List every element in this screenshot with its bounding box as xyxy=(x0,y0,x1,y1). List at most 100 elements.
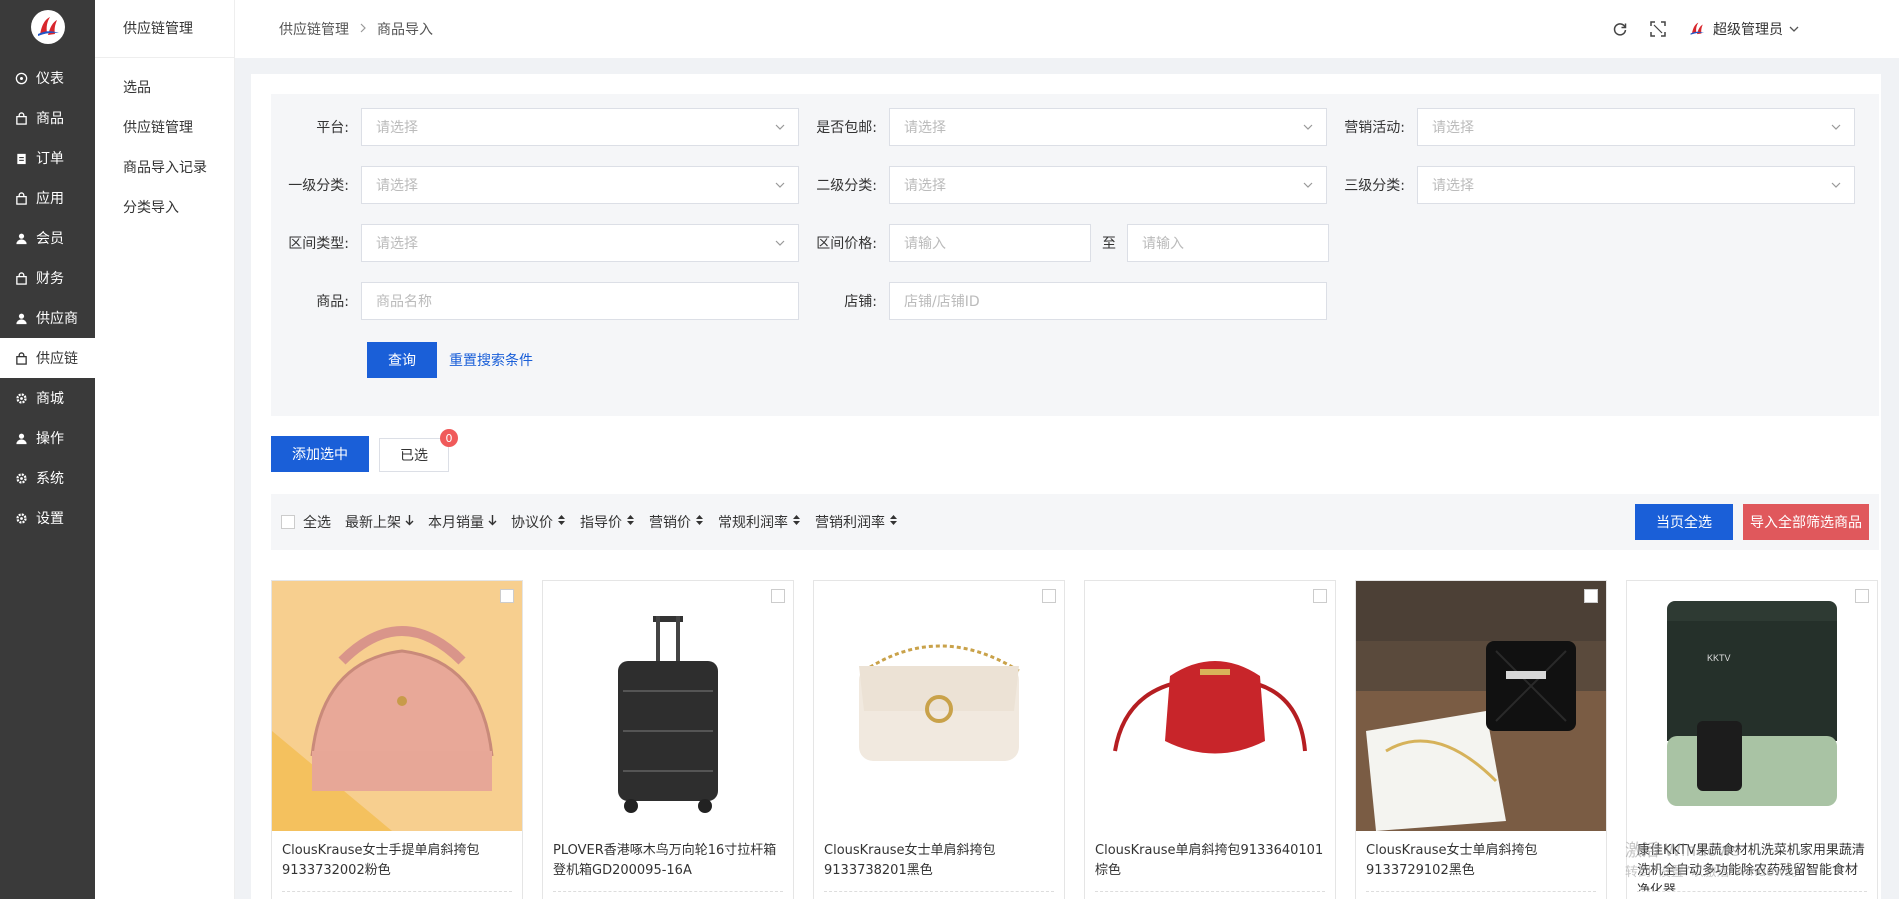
sidebar-item-7[interactable]: 供应链 xyxy=(0,338,95,378)
select-all-checkbox[interactable] xyxy=(281,515,295,529)
product-name: ClousKrause单肩斜挎包9133640101棕色 xyxy=(1095,843,1324,878)
user-icon xyxy=(14,311,28,325)
bag-icon xyxy=(14,111,28,125)
main-sidebar: 仪表 商品 订单 应用会员财务供应商 供应链 商城 操作系统设置 xyxy=(0,0,95,899)
sidebar-item-5[interactable]: 财务 xyxy=(0,258,95,298)
sidebar-item-label: 系统 xyxy=(36,471,64,487)
sort-caret-icon xyxy=(557,514,566,530)
range-type-placeholder: 请选择 xyxy=(376,236,418,252)
category1-placeholder: 请选择 xyxy=(376,178,418,194)
watermark-line-2: 转到“设置”以激活 Windows。 xyxy=(1625,865,1805,880)
dashboard-icon xyxy=(14,71,28,85)
product-name-input[interactable]: 商品名称 xyxy=(361,282,799,320)
product-checkbox[interactable] xyxy=(1042,589,1056,603)
top-header: 供应链管理 商品导入 超级管理员 xyxy=(235,0,1899,58)
arrow-down-icon xyxy=(405,514,414,530)
sidebar-item-label: 会员 xyxy=(36,231,64,247)
sidebar-item-1[interactable]: 商品 xyxy=(0,98,95,138)
sidebar-item-10[interactable]: 系统 xyxy=(0,458,95,498)
sidebar-item-0[interactable]: 仪表 xyxy=(0,58,95,98)
sidebar-item-label: 设置 xyxy=(36,511,64,527)
platform-placeholder: 请选择 xyxy=(376,120,418,136)
product-checkbox[interactable] xyxy=(1313,589,1327,603)
add-selected-button[interactable]: 添加选中 xyxy=(271,436,369,472)
product-name: ClousKrause女士单肩斜挎包9133738201黑色 xyxy=(824,843,996,878)
sidebar-item-label: 财务 xyxy=(36,271,64,287)
sidebar-item-2[interactable]: 订单 xyxy=(0,138,95,178)
sidebar-item-9[interactable]: 操作 xyxy=(0,418,95,458)
category3-label: 三级分类: xyxy=(1344,178,1405,194)
sort-item-3[interactable]: 指导价 xyxy=(580,512,635,532)
clipboard-icon xyxy=(14,151,28,165)
chevron-down-icon xyxy=(1303,124,1313,130)
selected-count-badge: 0 xyxy=(440,429,458,447)
sort-label: 本月销量 xyxy=(428,515,484,531)
windows-activation-watermark: 激活 Windows 转到“设置”以激活 Windows。 xyxy=(1625,840,1805,884)
sort-item-4[interactable]: 营销价 xyxy=(649,512,704,532)
sidebar-item-3[interactable]: 应用 xyxy=(0,178,95,218)
product-checkbox[interactable] xyxy=(1855,589,1869,603)
free-shipping-select[interactable]: 请选择 xyxy=(889,108,1327,146)
subbar-item-category-import[interactable]: 分类导入 xyxy=(95,188,234,228)
import-all-button[interactable]: 导入全部筛选商品 xyxy=(1743,504,1869,540)
secondary-sidebar: 供应链管理 选品 供应链管理 商品导入记录 分类导入 xyxy=(95,0,235,899)
product-card[interactable]: ClousKrause单肩斜挎包9133640101棕色 xyxy=(1084,580,1336,899)
shop-input[interactable]: 店铺/店铺ID xyxy=(889,282,1327,320)
card-divider xyxy=(553,891,783,892)
category1-select[interactable]: 请选择 xyxy=(361,166,799,204)
subbar-item-selection[interactable]: 选品 xyxy=(95,68,234,108)
product-card[interactable]: ClousKrause女士单肩斜挎包9133738201黑色 xyxy=(813,580,1065,899)
app-logo[interactable] xyxy=(30,10,65,44)
user-icon xyxy=(14,431,28,445)
sort-caret-icon xyxy=(626,514,635,530)
sort-item-5[interactable]: 常规利润率 xyxy=(718,512,801,532)
price-max-input[interactable]: 请输入 xyxy=(1127,224,1329,262)
product-checkbox[interactable] xyxy=(500,589,514,603)
sort-item-0[interactable]: 最新上架 xyxy=(345,512,414,532)
product-card[interactable]: PLOVER香港啄木鸟万向轮16寸拉杆箱登机箱GD200095-16A xyxy=(542,580,794,899)
marketing-select[interactable]: 请选择 xyxy=(1417,108,1855,146)
free-shipping-placeholder: 请选择 xyxy=(904,120,946,136)
chevron-down-icon xyxy=(1831,124,1841,130)
fullscreen-icon[interactable] xyxy=(1649,20,1667,38)
sort-item-1[interactable]: 本月销量 xyxy=(428,512,497,532)
category1-label: 一级分类: xyxy=(288,178,349,194)
breadcrumb-separator-icon xyxy=(359,22,367,37)
chevron-down-icon xyxy=(775,182,785,188)
selected-label: 已选 xyxy=(400,448,428,464)
reset-filters-link[interactable]: 重置搜索条件 xyxy=(449,350,533,370)
sidebar-item-4[interactable]: 会员 xyxy=(0,218,95,258)
refresh-icon[interactable] xyxy=(1611,20,1629,38)
category3-select[interactable]: 请选择 xyxy=(1417,166,1855,204)
product-card[interactable]: ClousKrause女士单肩斜挎包9133729102黑色 xyxy=(1355,580,1607,899)
product-checkbox[interactable] xyxy=(771,589,785,603)
platform-select[interactable]: 请选择 xyxy=(361,108,799,146)
query-button[interactable]: 查询 xyxy=(367,342,437,378)
gear-icon xyxy=(14,511,28,525)
sort-item-6[interactable]: 营销利润率 xyxy=(815,512,898,532)
subbar-item-import-records[interactable]: 商品导入记录 xyxy=(95,148,234,188)
product-card[interactable]: ClousKrause女士手提单肩斜挎包9133732002粉色 xyxy=(271,580,523,899)
sidebar-item-8[interactable]: 商城 xyxy=(0,378,95,418)
selected-button[interactable]: 已选 0 xyxy=(379,429,458,472)
category2-label: 二级分类: xyxy=(816,178,877,194)
bag-icon xyxy=(14,271,28,285)
price-min-input[interactable]: 请输入 xyxy=(889,224,1091,262)
sidebar-item-11[interactable]: 设置 xyxy=(0,498,95,538)
select-page-button[interactable]: 当页全选 xyxy=(1635,504,1733,540)
range-separator: 至 xyxy=(1102,236,1116,252)
product-checkbox[interactable] xyxy=(1584,589,1598,603)
avatar xyxy=(1690,22,1705,35)
product-name: ClousKrause女士单肩斜挎包9133729102黑色 xyxy=(1366,843,1538,878)
range-type-select[interactable]: 请选择 xyxy=(361,224,799,262)
main-content: 平台: 请选择 是否包邮: 请选择 营销活动: 请选择 一级分类: 请选择 二级… xyxy=(251,74,1881,899)
category2-select[interactable]: 请选择 xyxy=(889,166,1327,204)
sort-item-2[interactable]: 协议价 xyxy=(511,512,566,532)
user-menu[interactable]: 超级管理员 xyxy=(1687,19,1799,39)
sidebar-item-6[interactable]: 供应商 xyxy=(0,298,95,338)
logo-mark-icon xyxy=(37,17,59,36)
breadcrumb-item-supply-chain[interactable]: 供应链管理 xyxy=(279,19,349,39)
subbar-item-supply-chain[interactable]: 供应链管理 xyxy=(95,108,234,148)
sort-caret-icon xyxy=(792,514,801,530)
product-image: KKTV xyxy=(1627,581,1877,831)
